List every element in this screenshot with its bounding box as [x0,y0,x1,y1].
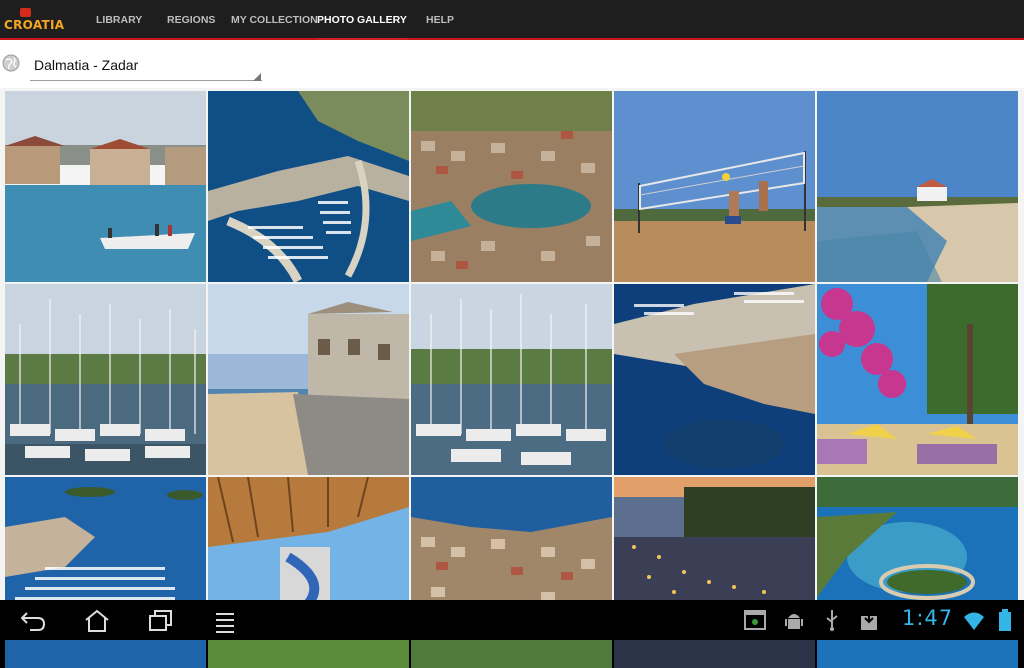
croatia-logo[interactable]: CROATIA [4,8,74,34]
usb-icon[interactable] [824,608,840,632]
logo-text: CROATIA [4,18,65,32]
clock: 1:47 [902,606,954,630]
tab-library[interactable]: LIBRARY [96,0,142,40]
wifi-icon [964,612,984,630]
photo-image [5,91,206,282]
region-selector-bar: Dalmatia - Zadar [0,40,1024,88]
photo-image [817,284,1018,475]
system-bar: 1:47 [0,600,1024,640]
dropdown-underline [30,80,262,81]
globe-icon [2,54,20,72]
screenshot-notification-icon[interactable] [744,608,766,632]
photo-image [208,284,409,475]
photo-image [5,284,206,475]
home-icon[interactable] [82,608,112,634]
android-debug-icon[interactable] [785,608,803,632]
photo-tile[interactable] [5,284,206,475]
photo-image [817,91,1018,282]
photo-tile[interactable] [5,91,206,282]
photo-tile[interactable] [411,284,612,475]
dropdown-arrow-icon[interactable] [253,73,261,81]
battery-icon [999,609,1011,631]
recent-apps-icon[interactable] [146,608,176,634]
tab-photo-gallery[interactable]: PHOTO GALLERY [317,0,407,42]
photo-tile[interactable] [614,284,815,475]
photo-tile[interactable] [208,284,409,475]
photo-tile[interactable] [411,91,612,282]
photo-tile[interactable] [208,91,409,282]
photo-image [411,91,612,282]
menu-icon[interactable] [210,608,240,634]
photo-image [208,91,409,282]
photo-grid [0,88,1024,668]
action-bar: CROATIA LIBRARY REGIONS MY COLLECTION PH… [0,0,1024,42]
back-icon[interactable] [18,608,48,634]
photo-tile[interactable] [614,91,815,282]
tab-regions[interactable]: REGIONS [167,0,215,40]
photo-tile[interactable] [817,91,1018,282]
photo-image [614,284,815,475]
flag-icon [20,8,31,17]
download-icon[interactable] [860,608,878,632]
photo-image [614,91,815,282]
tab-help[interactable]: HELP [426,0,454,40]
photo-image [411,284,612,475]
photo-tile[interactable] [817,284,1018,475]
region-dropdown[interactable]: Dalmatia - Zadar [34,57,138,73]
tab-my-collection[interactable]: MY COLLECTION [231,0,318,40]
